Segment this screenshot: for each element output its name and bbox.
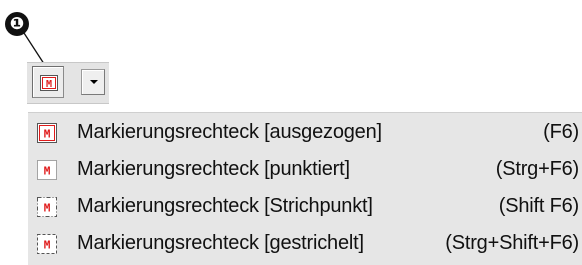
svg-text:M: M [44,165,51,178]
marker-rectangle-solid-icon: M [40,75,58,91]
marker-rectangle-solid-icon: M [37,123,57,143]
svg-text:M: M [44,128,51,141]
marker-rectangle-dashdot-icon: M [37,197,57,217]
menu-item-shortcut: (Shift F6) [498,195,579,217]
marker-rectangle-dotted-icon: M [37,160,57,180]
marker-rectangle-button[interactable]: M [32,66,64,98]
marker-rectangle-dropdown-button[interactable] [81,69,105,95]
menu-item-solid[interactable]: M Markierungsrechteck [ausgezogen] (F6) [28,115,582,151]
menu-item-label: Markierungsrechteck [gestrichelt] [77,232,364,254]
svg-text:M: M [46,79,52,90]
dropdown-arrow-icon [90,80,98,84]
menu-item-dotted[interactable]: M Markierungsrechteck [punktiert] (Strg+… [28,152,582,188]
menu-item-dashdot[interactable]: M Markierungsrechteck [Strichpunkt] (Shi… [28,189,582,225]
svg-text:M: M [44,202,51,215]
menu-item-label: Markierungsrechteck [punktiert] [77,158,350,180]
menu-item-shortcut: (F6) [543,121,579,143]
marker-rectangle-menu: M Markierungsrechteck [ausgezogen] (F6) … [28,112,582,265]
svg-text:M: M [44,239,51,252]
menu-item-label: Markierungsrechteck [Strichpunkt] [77,195,373,217]
menu-item-label: Markierungsrechteck [ausgezogen] [77,121,382,143]
toolbar: M [27,62,109,104]
menu-item-dashed[interactable]: M Markierungsrechteck [gestrichelt] (Str… [28,226,582,262]
menu-item-shortcut: (Strg+F6) [495,158,579,180]
menu-item-shortcut: (Strg+Shift+F6) [445,232,579,254]
callout-number: ❶ [5,12,29,36]
marker-rectangle-dashed-icon: M [37,234,57,254]
